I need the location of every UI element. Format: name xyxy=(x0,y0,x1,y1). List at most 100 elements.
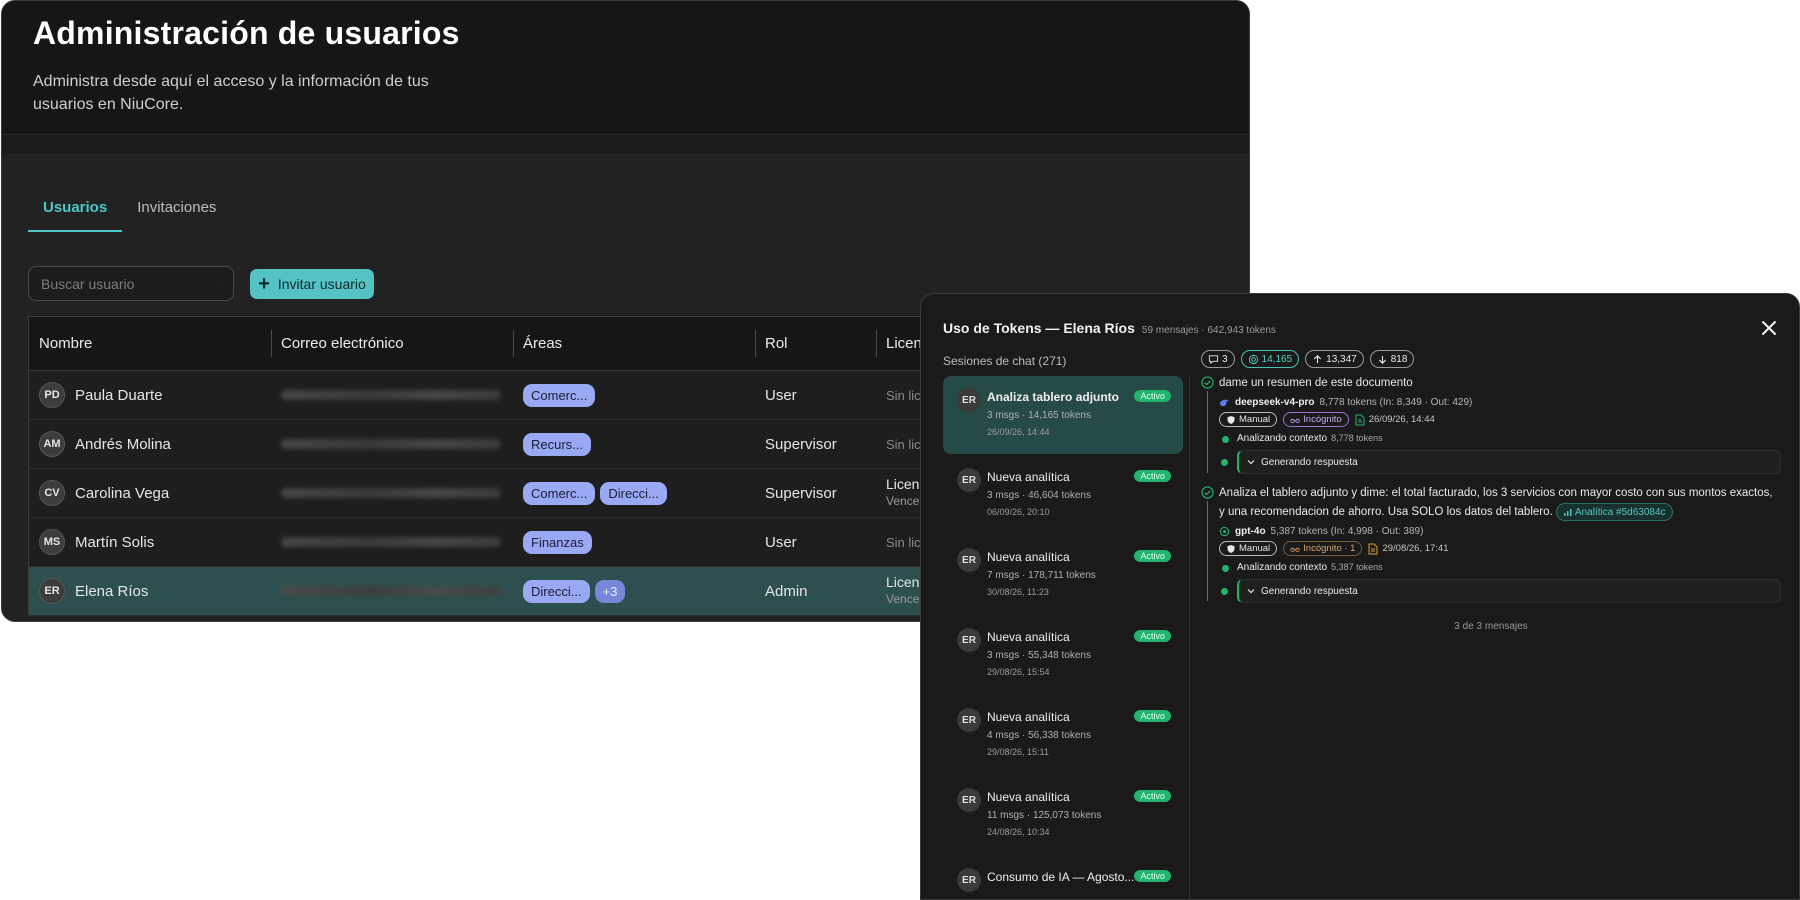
area-chip: Comerc... xyxy=(523,383,596,407)
tag-incognito: Incógnito · 1 xyxy=(1283,541,1363,557)
check-circle-icon xyxy=(1201,486,1214,499)
status-badge: Activo xyxy=(1134,390,1171,402)
check-circle-icon xyxy=(1201,376,1214,389)
stat-total-tokens: 14,165 xyxy=(1240,350,1300,368)
session-title: Nueva analítica xyxy=(987,630,1070,644)
user-role: User xyxy=(765,386,797,404)
session-stats: 3 14,165 13,347 818 xyxy=(1201,350,1781,368)
session-info: 4 msgs · 56,338 tokens xyxy=(987,730,1091,741)
chat-bubble-icon xyxy=(1208,354,1219,364)
session-info: 3 msgs · 55,348 tokens xyxy=(987,650,1091,661)
session-date: 06/09/26, 20:10 xyxy=(987,507,1050,517)
session-item[interactable]: ER Nueva analítica Activo 3 msgs · 46,60… xyxy=(943,456,1183,534)
analytics-reference[interactable]: Analítica #5d63084c xyxy=(1555,503,1673,521)
chevron-down-icon xyxy=(1247,460,1255,465)
tag-manual: Manual xyxy=(1219,412,1278,427)
deepseek-icon xyxy=(1219,399,1230,407)
page-title: Administración de usuarios xyxy=(33,15,460,51)
sessions-list[interactable]: ER Analiza tablero adjunto Activo 3 msgs… xyxy=(943,376,1183,899)
session-title: Nueva analítica xyxy=(987,790,1070,804)
user-name: Elena Ríos xyxy=(75,582,149,600)
session-date: 30/08/26, 11:23 xyxy=(987,587,1049,597)
token-usage-modal: Uso de Tokens — Elena Ríos 59 mensajes ·… xyxy=(920,293,1800,900)
column-header-email[interactable]: Correo electrónico xyxy=(271,317,513,370)
column-header-areas[interactable]: Áreas xyxy=(513,317,755,370)
email-blurred xyxy=(281,439,501,449)
model-info: gpt-4o 5,387 tokens (In: 4,998 · Out: 38… xyxy=(1219,526,1781,537)
avatar: PD xyxy=(39,382,65,408)
session-item[interactable]: ER Nueva analítica Activo 11 msgs · 125,… xyxy=(943,776,1183,854)
user-name: Paula Duarte xyxy=(75,386,163,404)
message-tags: Manual Incógnito · 1 29/08/26, 17:41 xyxy=(1219,541,1781,557)
document-attachment[interactable]: 29/08/26, 17:41 xyxy=(1368,543,1449,555)
email-blurred xyxy=(281,390,501,400)
admin-header: Administración de usuarios Administra de… xyxy=(2,1,1249,135)
session-date: 29/08/26, 15:54 xyxy=(987,667,1050,677)
generating-response-toggle[interactable]: Generando respuesta xyxy=(1221,579,1781,604)
session-item-active[interactable]: ER Analiza tablero adjunto Activo 3 msgs… xyxy=(943,376,1183,454)
invite-user-button[interactable]: + Invitar usuario xyxy=(250,269,374,299)
column-header-name[interactable]: Nombre xyxy=(29,317,271,370)
document-attachment[interactable]: 26/09/26, 14:44 xyxy=(1355,414,1435,426)
column-header-role[interactable]: Rol xyxy=(755,317,876,370)
area-chip: Finanzas xyxy=(523,530,592,554)
session-date: 29/08/26, 15:11 xyxy=(987,747,1049,757)
session-date: 26/09/26, 14:44 xyxy=(987,427,1050,437)
more-areas-chip[interactable]: +3 xyxy=(594,579,626,603)
session-item[interactable]: ER Nueva analítica Activo 4 msgs · 56,33… xyxy=(943,696,1183,774)
generating-response-toggle[interactable]: Generando respuesta xyxy=(1221,450,1781,474)
message-count: 3 de 3 mensajes xyxy=(1454,621,1528,633)
session-title: Consumo de IA — Agosto... xyxy=(987,870,1135,884)
incognito-icon xyxy=(1290,547,1300,552)
avatar: AM xyxy=(39,431,65,457)
openai-icon xyxy=(1219,526,1230,537)
session-item[interactable]: ER Nueva analítica Activo 7 msgs · 178,7… xyxy=(943,536,1183,614)
message-item: dame un resumen de este documento deepse… xyxy=(1201,374,1781,474)
close-icon[interactable] xyxy=(1761,320,1777,336)
email-blurred xyxy=(281,537,501,547)
tab-invitaciones[interactable]: Invitaciones xyxy=(122,191,231,232)
avatar: ER xyxy=(957,788,981,812)
session-item[interactable]: ER Consumo de IA — Agosto... Activo xyxy=(943,856,1183,899)
user-role: Admin xyxy=(765,582,808,600)
search-input[interactable] xyxy=(41,275,222,292)
email-blurred xyxy=(281,586,501,596)
model-tokens: 8,778 tokens (In: 8,349 · Out: 429) xyxy=(1319,397,1473,408)
area-chip: Direcci... xyxy=(523,579,590,603)
area-chip: Recurs... xyxy=(523,432,592,456)
step-analyzing: Analizando contexto 5,387 tokens xyxy=(1219,562,1781,573)
model-tokens: 5,387 tokens (In: 4,998 · Out: 389) xyxy=(1270,526,1424,538)
tag-manual: Manual xyxy=(1219,541,1278,557)
model-info: deepseek-v4-pro 8,778 tokens (In: 8,349 … xyxy=(1219,397,1781,408)
step-tokens: 5,387 tokens xyxy=(1331,562,1383,573)
session-info: 3 msgs · 14,165 tokens xyxy=(987,410,1091,421)
arrow-down-icon xyxy=(1378,355,1386,364)
modal-title: Uso de Tokens — Elena Ríos xyxy=(943,320,1135,336)
step-label: Analizando contexto xyxy=(1237,433,1328,444)
area-chip: Direcci... xyxy=(600,481,667,505)
stat-messages: 3 xyxy=(1201,350,1235,368)
invite-user-label: Invitar usuario xyxy=(277,276,366,292)
chart-icon xyxy=(1563,508,1572,516)
avatar: CV xyxy=(39,480,65,506)
arrow-up-icon xyxy=(1314,354,1322,363)
user-name: Carolina Vega xyxy=(75,484,170,502)
step-analyzing: Analizando contexto 8,778 tokens xyxy=(1219,433,1781,444)
avatar: ER xyxy=(957,868,981,892)
session-title: Nueva analítica xyxy=(987,470,1070,484)
modal-summary: 59 mensajes · 642,943 tokens xyxy=(1141,325,1276,336)
tab-usuarios[interactable]: Usuarios xyxy=(28,191,123,232)
search-icon[interactable] xyxy=(222,274,223,294)
session-title: Analiza tablero adjunto xyxy=(987,390,1120,404)
incognito-icon xyxy=(1290,418,1300,423)
session-detail: 3 14,165 13,347 818 dame un resumen de e… xyxy=(1201,350,1781,632)
status-badge: Activo xyxy=(1134,470,1171,482)
status-badge: Activo xyxy=(1134,790,1171,802)
user-name: Martín Solis xyxy=(75,533,155,551)
session-item[interactable]: ER Nueva analítica Activo 3 msgs · 55,34… xyxy=(943,616,1183,694)
email-blurred xyxy=(281,488,501,498)
step-tokens: 8,778 tokens xyxy=(1331,433,1383,443)
search-box xyxy=(28,266,234,301)
avatar: ER xyxy=(957,468,981,492)
status-badge: Activo xyxy=(1134,870,1171,882)
